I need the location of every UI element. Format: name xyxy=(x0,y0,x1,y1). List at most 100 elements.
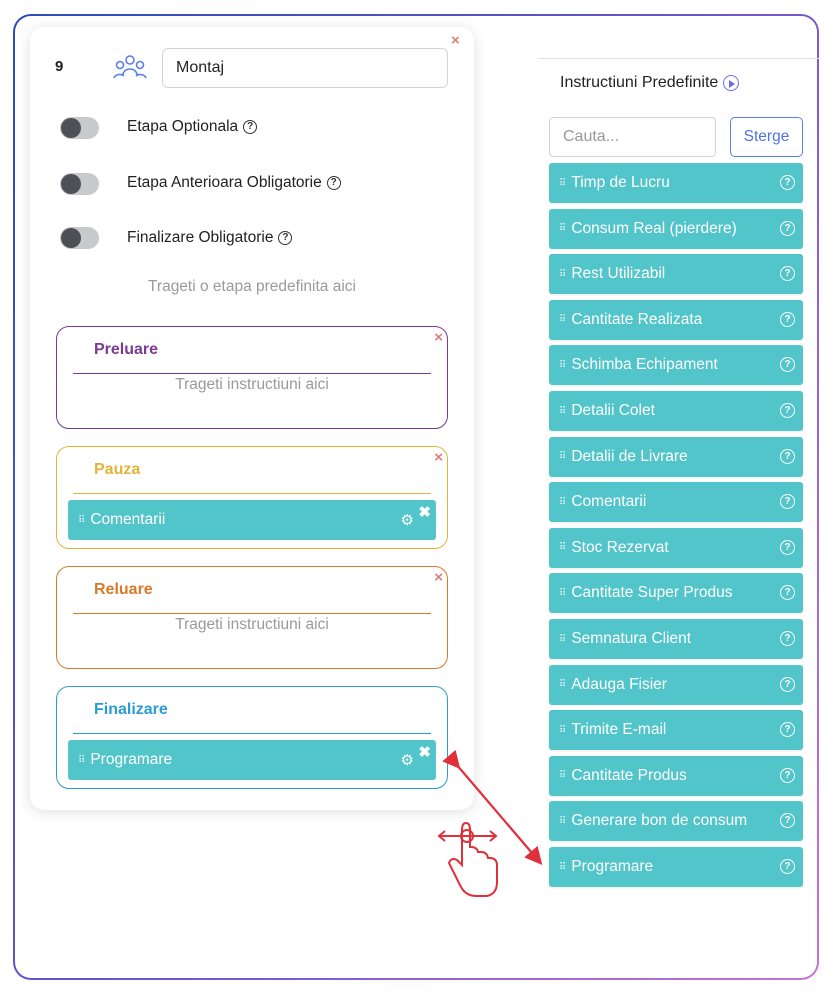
toggle-label-text: Finalizare Obligatorie xyxy=(127,229,274,246)
sub-stage-title: Preluare xyxy=(94,341,159,358)
help-icon[interactable]: ? xyxy=(780,631,795,646)
drag-handle-icon[interactable]: ⠿ xyxy=(78,515,85,526)
help-icon[interactable]: ? xyxy=(780,676,795,692)
remove-icon[interactable]: ✖ xyxy=(418,743,431,761)
instruction-label: Detalii Colet xyxy=(571,402,655,419)
gear-icon[interactable]: ⚙ xyxy=(401,511,414,529)
drag-handle-icon[interactable]: ⠿ xyxy=(559,588,566,599)
instruction-label: Comentarii xyxy=(90,511,166,528)
instruction-label: Cantitate Produs xyxy=(571,766,687,784)
divider xyxy=(73,373,431,375)
sub-stage-reluare: × Reluare Trageti instructiuni aici xyxy=(56,566,448,669)
toggle-label: Finalizare Obligatorie ? xyxy=(127,229,293,247)
instruction-item[interactable]: ⠿ Schimba Echipament? xyxy=(549,345,803,386)
help-icon[interactable]: ? xyxy=(780,357,795,373)
close-icon[interactable]: × xyxy=(451,32,460,49)
help-icon[interactable]: ? xyxy=(780,767,795,783)
instruction-label: Adauga Fisier xyxy=(571,675,667,693)
instruction-item[interactable]: ⠿ Stoc Rezervat? xyxy=(549,527,803,568)
instruction-item[interactable]: ⠿ Generare bon de consum? xyxy=(549,801,803,842)
drag-handle-icon[interactable]: ⠿ xyxy=(559,679,566,690)
drag-handle-icon[interactable]: ⠿ xyxy=(559,451,566,462)
panel-title: Instructiuni Predefinite xyxy=(560,74,740,92)
divider xyxy=(538,58,819,59)
help-icon[interactable]: ? xyxy=(780,585,795,601)
help-icon[interactable]: ? xyxy=(326,176,341,190)
sub-stage-pauza: × Pauza ⠿ Comentarii ⚙ ✖ xyxy=(56,446,448,549)
toggle-previous-required[interactable] xyxy=(60,171,99,197)
instruction-label: Detalii de Livrare xyxy=(571,447,688,465)
drag-handle-icon[interactable]: ⠿ xyxy=(559,634,566,645)
stage-drop-zone[interactable]: Trageti o etapa predefinita aici xyxy=(0,278,504,296)
help-icon[interactable]: ? xyxy=(780,175,795,190)
instruction-item[interactable]: ⠿ Comentarii? xyxy=(549,482,803,523)
drag-handle-icon[interactable]: ⠿ xyxy=(559,725,566,736)
instruction-item[interactable]: ⠿ Trimite E-mail? xyxy=(549,710,803,751)
help-icon[interactable]: ? xyxy=(780,859,795,874)
toggle-label-text: Etapa Anterioara Obligatorie xyxy=(127,174,322,191)
help-icon[interactable]: ? xyxy=(278,231,293,245)
instruction-item[interactable]: ⠿ Detalii de Livrare? xyxy=(549,436,803,477)
remove-icon[interactable]: ✖ xyxy=(418,503,431,521)
gear-icon[interactable]: ⚙ xyxy=(401,751,414,769)
help-icon[interactable]: ? xyxy=(780,494,795,510)
search-input[interactable] xyxy=(549,117,716,157)
sub-stage-title: Finalizare xyxy=(94,701,168,718)
close-icon[interactable]: × xyxy=(434,329,443,346)
drag-handle-icon[interactable]: ⠿ xyxy=(559,269,566,280)
help-icon[interactable]: ? xyxy=(780,813,795,829)
assigned-instruction[interactable]: ⠿ Comentarii ⚙ ✖ xyxy=(68,500,436,540)
help-icon[interactable]: ? xyxy=(780,539,795,555)
help-icon[interactable]: ? xyxy=(780,220,795,236)
instruction-item[interactable]: ⠿ Rest Utilizabil? xyxy=(549,254,803,295)
toggle-switch[interactable] xyxy=(60,227,99,249)
drag-handle-icon[interactable]: ⠿ xyxy=(78,755,85,766)
instruction-label: Comentarii xyxy=(571,493,647,511)
assigned-instruction[interactable]: ⠿ Programare ⚙ ✖ xyxy=(68,740,436,780)
drag-handle-icon[interactable]: ⠿ xyxy=(559,816,566,827)
drag-handle-icon[interactable]: ⠿ xyxy=(559,223,566,234)
divider xyxy=(73,733,431,735)
drag-handle-icon[interactable]: ⠿ xyxy=(559,497,566,508)
instruction-item[interactable]: ⠿ Detalii Colet? xyxy=(549,391,803,431)
play-icon[interactable] xyxy=(723,75,740,91)
instruction-item[interactable]: ⠿ Cantitate Produs? xyxy=(549,755,803,796)
instruction-drop-zone[interactable]: Trageti instructiuni aici xyxy=(57,616,447,634)
divider xyxy=(73,613,431,615)
drag-handle-icon[interactable]: ⠿ xyxy=(559,178,566,189)
instruction-item[interactable]: ⠿ Consum Real (pierdere)? xyxy=(549,208,803,249)
help-icon[interactable]: ? xyxy=(780,266,795,282)
instruction-item[interactable]: ⠿ Semnatura Client? xyxy=(549,619,803,659)
drag-handle-icon[interactable]: ⠿ xyxy=(559,542,566,553)
clear-button[interactable]: Sterge xyxy=(730,117,803,157)
drag-handle-icon[interactable]: ⠿ xyxy=(559,770,566,781)
instruction-label: Programare xyxy=(571,858,654,875)
help-icon[interactable]: ? xyxy=(780,403,795,418)
sub-stage-preluare: × Preluare Trageti instructiuni aici xyxy=(56,326,448,429)
instruction-item[interactable]: ⠿ Cantitate Realizata? xyxy=(549,299,803,340)
toggle-finalize-required[interactable] xyxy=(60,225,99,251)
drag-handle-icon[interactable]: ⠿ xyxy=(559,314,566,325)
close-icon[interactable]: × xyxy=(434,449,443,466)
drag-handle-icon[interactable]: ⠿ xyxy=(559,406,566,417)
instruction-item[interactable]: ⠿ Adauga Fisier? xyxy=(549,664,803,705)
toggle-switch[interactable] xyxy=(60,173,99,195)
close-icon[interactable]: × xyxy=(434,569,443,586)
stage-number: 9 xyxy=(55,58,64,75)
help-icon[interactable]: ? xyxy=(780,722,795,738)
help-icon[interactable]: ? xyxy=(243,120,258,134)
instruction-item[interactable]: ⠿ Programare? xyxy=(549,847,803,887)
toggle-switch[interactable] xyxy=(60,117,99,139)
toggle-optional-stage[interactable] xyxy=(60,115,99,141)
instruction-item[interactable]: ⠿ Cantitate Super Produs? xyxy=(549,573,803,614)
help-icon[interactable]: ? xyxy=(780,311,795,327)
drag-handle-icon[interactable]: ⠿ xyxy=(559,862,566,873)
instruction-drop-zone[interactable]: Trageti instructiuni aici xyxy=(57,376,447,394)
help-icon[interactable]: ? xyxy=(780,448,795,464)
stage-name-input[interactable] xyxy=(162,48,448,88)
drag-handle-icon[interactable]: ⠿ xyxy=(559,360,566,371)
instruction-item[interactable]: ⠿ Timp de Lucru? xyxy=(549,163,803,203)
instruction-label: Programare xyxy=(90,751,173,768)
users-icon xyxy=(113,55,147,79)
instruction-label: Timp de Lucru xyxy=(571,174,670,191)
